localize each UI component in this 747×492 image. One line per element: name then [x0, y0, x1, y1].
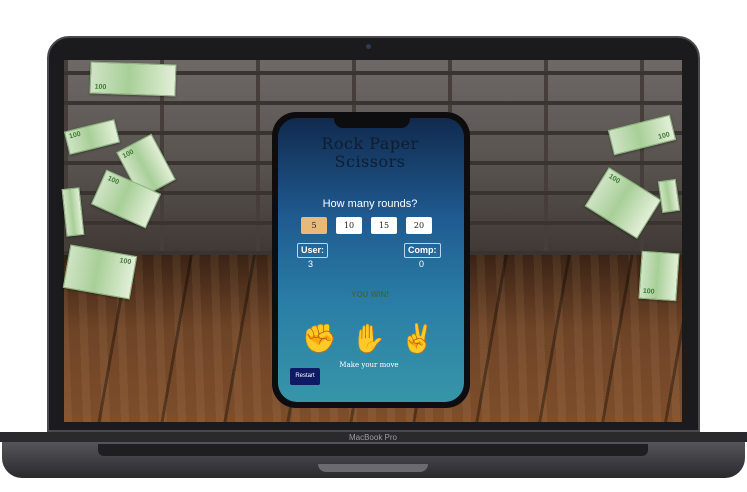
laptop-brand-label: MacBook Pro [348, 433, 398, 442]
rounds-question: How many rounds? [322, 198, 418, 210]
restart-button[interactable]: Restart [290, 368, 320, 385]
banknote: 100 [89, 61, 177, 97]
round-option-10[interactable]: 10 [336, 217, 362, 234]
user-score-label: User: [297, 243, 329, 258]
round-option-15[interactable]: 15 [371, 217, 397, 234]
comp-score-value: 0 [419, 259, 425, 269]
webcam [366, 44, 371, 49]
paper-icon[interactable]: ✋ [351, 322, 386, 356]
round-result: YOU WIN! [351, 290, 389, 299]
game-title: Rock Paper Scissors [321, 134, 419, 171]
trackpad-notch [318, 464, 428, 472]
scissors-icon[interactable]: ✌ [400, 322, 435, 356]
user-score-value: 3 [308, 259, 314, 269]
rock-icon[interactable]: ✊ [302, 322, 337, 356]
phone-notch [334, 118, 410, 128]
move-prompt: Make your move [339, 361, 399, 369]
keyboard-edge [98, 444, 648, 456]
round-option-5[interactable]: 5 [301, 217, 327, 234]
comp-score-label: Comp: [404, 243, 441, 258]
round-option-20[interactable]: 20 [406, 217, 432, 234]
banknote: 100 [638, 250, 680, 302]
